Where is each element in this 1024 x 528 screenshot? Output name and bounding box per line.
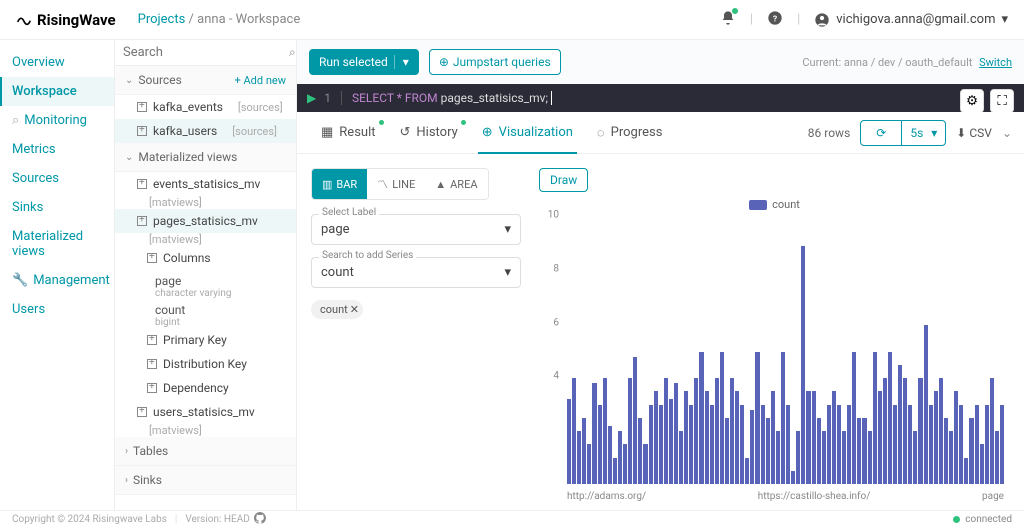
fullscreen-button[interactable]: ⛶ [990,89,1014,113]
row-count: 86 rows [808,126,850,140]
nav-workspace[interactable]: Workspace [0,77,114,106]
download-icon: ⬇ [956,126,966,140]
refresh-icon: ⟳ [868,126,894,140]
remove-chip-button[interactable]: ✕ [350,303,359,316]
col-count: countbigint [115,299,296,328]
bell-icon[interactable] [720,10,736,30]
github-icon[interactable] [254,512,266,527]
tree-kafka-events[interactable]: kafka_events [sources] [115,95,296,119]
series-chip: count✕ [311,300,363,319]
nav-overview[interactable]: Overview [0,48,114,77]
draw-button[interactable]: Draw [539,168,588,192]
section-mviews[interactable]: ⌄Materialized views [115,143,296,172]
section-tables[interactable]: ›Tables [115,437,296,466]
chevron-down-icon: ▾ [504,222,511,237]
svg-text:?: ? [773,14,777,24]
dep-icon [147,383,157,393]
settings-button[interactable]: ⚙ [960,89,984,113]
fullscreen-icon: ⛶ [997,94,1006,109]
footer-version: Version: HEAD [185,514,249,525]
plus-icon: ⊕ [439,55,449,69]
chevron-down-icon: ▾ [394,55,409,69]
breadcrumb: Projects / anna - Workspace [138,12,301,27]
bar-chart: 10864 http://adams.org/https://castillo-… [539,215,1010,506]
tab-history[interactable]: ↺History [388,112,470,153]
search-icon: ⌕ [12,113,19,128]
context-indicator: Current: anna / dev / oauth_default Swit… [802,56,1012,69]
table-icon [137,126,147,136]
bar-icon: ▥ [322,178,332,191]
export-csv-button[interactable]: ⬇CSV [956,126,992,140]
table-icon [137,102,147,112]
line-number: 1 [324,91,342,105]
chart-icon: ⊕ [482,125,493,140]
field-label: Search to add Series [319,250,416,261]
logo[interactable]: RisingWave [16,11,116,29]
table-icon [137,179,147,189]
col-page: pagecharacter varying [115,270,296,299]
nav-sources[interactable]: Sources [0,164,114,193]
nav-mviews[interactable]: Materialized views [0,222,114,266]
section-sinks[interactable]: ›Sinks [115,466,296,495]
grid-icon: ▦ [321,125,333,140]
history-icon: ↺ [400,125,411,140]
add-source-button[interactable]: + Add new [235,74,286,87]
legend: count [539,198,1010,211]
columns-icon [147,253,157,263]
nav-monitoring[interactable]: ⌕Monitoring [0,106,114,135]
chart-type-line[interactable]: 〽LINE [367,169,425,199]
tab-progress[interactable]: ◌Progress [585,112,675,153]
label-select[interactable]: page▾ [311,214,521,245]
chevron-down-icon[interactable]: ⌄ [1002,126,1012,140]
nav-users[interactable]: Users [0,295,114,324]
switch-context-link[interactable]: Switch [979,56,1012,69]
connection-status: connected [953,514,1012,525]
tab-visualization[interactable]: ⊕Visualization [470,112,585,153]
table-icon [137,216,147,226]
key-icon [147,335,157,345]
chart-type-bar[interactable]: ▥BAR [312,169,367,199]
user-menu[interactable]: vichigova.anna@gmail.com ▾ [814,12,1008,28]
table-icon [137,407,147,417]
help-icon[interactable]: ? [767,10,783,30]
section-sources[interactable]: ⌄Sources+ Add new [115,66,296,95]
tree-dk[interactable]: Distribution Key [115,352,296,376]
tree-pk[interactable]: Primary Key [115,328,296,352]
breadcrumb-current: anna - Workspace [197,12,300,27]
breadcrumb-projects[interactable]: Projects [138,12,186,27]
progress-icon: ◌ [597,125,605,141]
tree-kafka-users[interactable]: kafka_users [sources] [115,119,296,143]
play-icon[interactable]: ▶ [307,91,316,105]
chart-type-group: ▥BAR 〽LINE ▲AREA [311,168,489,200]
search-icon[interactable]: ⌕ [289,45,296,60]
tree-users-mv[interactable]: users_statisics_mv [115,400,296,424]
search-input[interactable] [123,45,289,60]
footer-copyright: Copyright © 2024 Risingwave Labs [12,514,167,525]
nav-metrics[interactable]: Metrics [0,135,114,164]
gear-icon: ⚙ [966,94,978,109]
line-icon: 〽 [377,176,388,192]
chevron-down-icon: ▾ [504,265,511,280]
area-icon: ▲ [435,178,446,191]
wrench-icon: 🔧 [12,273,28,288]
tree-events-mv[interactable]: events_statisics_mv [115,172,296,196]
jumpstart-button[interactable]: ⊕Jumpstart queries [429,49,561,75]
auto-refresh[interactable]: ⟳ 5s▾ [860,120,946,146]
chart-type-area[interactable]: ▲AREA [425,169,487,199]
chevron-down-icon: ▾ [1001,12,1008,27]
series-select[interactable]: count▾ [311,257,521,288]
tab-result[interactable]: ▦Result [309,112,388,153]
tree-columns[interactable]: Columns [115,246,296,270]
tree-pages-mv[interactable]: pages_statisics_mv [115,209,296,233]
field-label: Select Label [319,207,379,218]
sql-editor[interactable]: ▶ 1 SELECT * FROM pages_statisics_mv; ⚙ … [297,84,1024,112]
run-selected-button[interactable]: Run selected▾ [309,49,419,75]
tree-dep[interactable]: Dependency [115,376,296,400]
nav-management[interactable]: 🔧Management [0,266,114,295]
chevron-down-icon: ▾ [931,126,945,140]
nav-sinks[interactable]: Sinks [0,193,114,222]
key-icon [147,359,157,369]
